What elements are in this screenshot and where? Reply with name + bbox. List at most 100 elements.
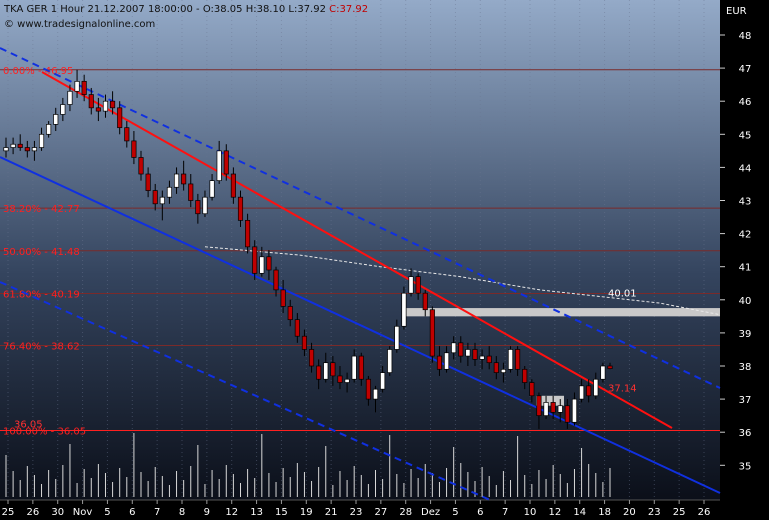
candle-body [586, 385, 592, 397]
y-tick-label: 40 [739, 296, 752, 307]
currency-label: EUR [726, 6, 747, 17]
candle-body [472, 349, 478, 360]
candle-body [557, 405, 563, 413]
fib-level-label: 50.00% - 41.48 [3, 247, 80, 258]
candle-body [53, 114, 59, 125]
candle-body [152, 190, 158, 205]
fib-level-label: 38.20% - 42.77 [3, 204, 80, 215]
x-tick-label: 5 [104, 507, 110, 518]
candle-body [351, 355, 357, 380]
candle-body [195, 200, 201, 215]
candle-body [24, 147, 30, 152]
x-tick-label: 27 [374, 507, 387, 518]
candle-body [216, 150, 222, 181]
y-tick-label: 44 [739, 163, 752, 174]
candle-body [102, 100, 109, 112]
candle-body [458, 342, 464, 357]
candle-body [81, 80, 87, 95]
candle-body [252, 246, 258, 274]
candle-body [17, 143, 23, 148]
candle-body [202, 196, 208, 215]
candle-body [543, 402, 549, 417]
candle-body [46, 124, 52, 135]
x-tick-label: Nov [73, 507, 93, 518]
candle-body [394, 325, 400, 350]
fib-level-label: 0.00% - 46.95 [3, 66, 73, 77]
x-tick-label: 18 [598, 507, 611, 518]
candle-body [237, 196, 244, 221]
candle-body [607, 365, 613, 369]
candle-body [266, 256, 272, 271]
x-tick-label: 25 [673, 507, 686, 518]
candle-body [344, 378, 350, 383]
candle-body [493, 362, 499, 373]
x-tick-label: 19 [300, 507, 313, 518]
candle-body [3, 147, 9, 152]
close-price: C:37.92 [329, 4, 369, 15]
candle-body [451, 342, 457, 354]
chart-background [0, 0, 720, 500]
candle-body [166, 186, 172, 198]
candle-body [358, 355, 364, 380]
candle-body [401, 292, 407, 327]
candle-body [159, 196, 165, 205]
annotation-label: 40.01 [608, 288, 637, 299]
candle-body [444, 352, 450, 370]
candle-body [230, 173, 236, 198]
candle-body [245, 220, 251, 248]
x-tick-label: 6 [477, 507, 483, 518]
x-tick-label: 9 [204, 507, 210, 518]
y-tick-label: 38 [739, 362, 752, 373]
candle-body [188, 183, 194, 201]
x-tick-label: 13 [250, 507, 263, 518]
x-tick-label: 25 [2, 507, 15, 518]
y-tick-label: 41 [739, 263, 752, 274]
x-tick-label: 28 [399, 507, 412, 518]
candle-body [571, 398, 578, 423]
candle-body [337, 375, 343, 383]
candle-body [173, 173, 180, 188]
y-tick-label: 35 [739, 461, 752, 472]
x-tick-label: 14 [573, 507, 586, 518]
candle-body [515, 349, 521, 370]
candle-body [365, 378, 371, 400]
candle-body [529, 382, 535, 397]
candle-body [88, 94, 94, 109]
candle-body [10, 143, 16, 148]
candle-body [564, 405, 570, 423]
y-tick-label: 46 [739, 97, 752, 108]
y-tick-label: 36 [739, 428, 752, 439]
candle-body [372, 388, 379, 400]
y-tick-label: 42 [739, 230, 752, 241]
x-tick-label: 7 [154, 507, 160, 518]
fib-level-label: 61.80% - 40.19 [3, 290, 80, 301]
candle-body [74, 80, 80, 92]
candle-body [209, 180, 215, 198]
candle-body [95, 107, 101, 112]
resistance-zone [405, 308, 720, 317]
candle-body [145, 173, 151, 191]
candle-body [600, 365, 606, 380]
chart-header: TKA GER 1 Hour 21.12.2007 18:00:00 - O:3… [4, 4, 368, 15]
candle-body [415, 276, 421, 294]
candle-body [330, 362, 336, 377]
candle-body [579, 385, 585, 400]
y-tick-label: 37 [739, 395, 752, 406]
y-tick-label: 48 [739, 31, 752, 42]
x-tick-label: 26 [26, 507, 39, 518]
annotation-label: 36.05 [14, 420, 43, 431]
candle-body [294, 319, 300, 337]
candle-body [124, 127, 130, 142]
x-tick-label: 21 [325, 507, 338, 518]
x-tick-label: 7 [502, 507, 508, 518]
candle-body [522, 368, 528, 383]
x-tick-label: 15 [275, 507, 288, 518]
candle-body [550, 402, 556, 413]
fib-level-label: 76.40% - 38.62 [3, 341, 80, 352]
price-chart[interactable]: 0.00% - 46.95 38.20% - 42.77 50.00% - 41.4… [0, 0, 769, 520]
x-tick-label: 5 [452, 507, 458, 518]
header-info: TKA GER 1 Hour 21.12.2007 18:00:00 - O:3… [4, 4, 330, 15]
y-tick-label: 47 [739, 64, 752, 75]
candle-body [131, 140, 137, 158]
candle-body [507, 349, 514, 370]
